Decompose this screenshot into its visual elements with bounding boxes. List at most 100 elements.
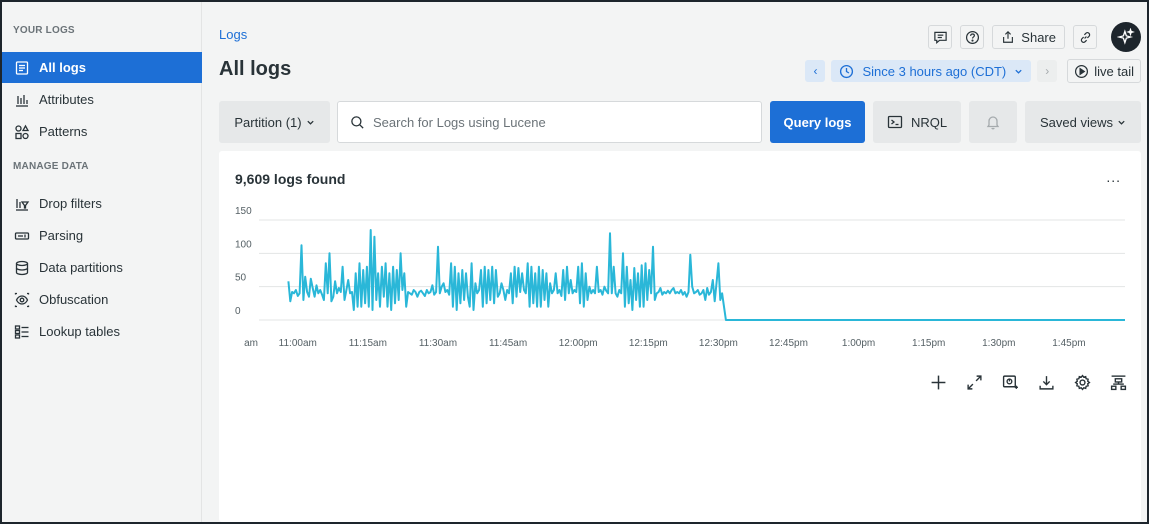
x-tick-label: 1:30pm [982,338,1015,349]
sidebar-item-obfuscation[interactable]: Obfuscation [2,284,202,315]
time-next-button[interactable]: › [1037,60,1058,82]
gear-icon [1073,373,1091,391]
saved-views-dropdown[interactable]: Saved views [1025,101,1141,143]
chevron-right-icon: › [1045,64,1050,78]
series-line [287,229,1125,321]
sidebar-item-label: All logs [39,60,86,75]
chart-add-icon [1002,374,1018,389]
share-icon [1003,30,1014,43]
sidebar-item-label: Parsing [39,228,84,243]
add-chart-button[interactable] [999,371,1021,393]
shapes-icon [13,123,31,141]
logs-histogram-chart: 0 50 100 150 am 11:00am 11:15am 11:30am 11:45am 1… [235,206,1125,349]
sidebar-item-parsing[interactable]: Parsing [2,220,202,251]
live-tail-label: live tail [1094,63,1134,79]
alert-button[interactable] [969,101,1017,143]
download-icon [1038,375,1054,390]
more-options-button[interactable]: ... [1106,169,1121,185]
y-tick-label: 100 [235,239,252,250]
y-tick-label: 50 [235,273,247,284]
breadcrumb[interactable]: Logs [219,27,247,42]
add-to-dashboard-button[interactable] [927,371,949,393]
main-content: Logs All logs Share ‹ Since 3 hours ago … [203,2,1149,522]
nrql-button[interactable]: NRQL [873,101,961,143]
clock-icon [840,64,854,78]
saved-views-label: Saved views [1040,114,1113,130]
help-button[interactable] [960,25,985,49]
share-button[interactable]: Share [992,25,1065,49]
parse-icon [13,227,31,245]
bell-icon [986,116,1000,130]
sidebar: YOUR LOGS All logs Attributes Patterns M… [2,2,202,522]
feedback-icon [934,31,947,44]
database-icon [13,259,31,277]
top-toolbar: Share [928,22,1141,52]
x-tick-label: am [244,338,258,349]
x-tick-label: 11:30am [419,338,457,349]
live-tail-button[interactable]: live tail [1067,59,1141,83]
chevron-left-icon: ‹ [813,64,818,78]
sidebar-item-drop-filters[interactable]: Drop filters [2,188,202,219]
share-label: Share [1021,29,1056,45]
download-button[interactable] [1035,371,1057,393]
expand-icon [966,374,982,390]
sidebar-item-data-partitions[interactable]: Data partitions [2,252,202,283]
x-tick-label: 12:00pm [559,338,598,349]
y-tick-label: 0 [235,306,241,317]
copy-link-button[interactable] [1073,25,1097,49]
help-icon [965,30,979,44]
eye-icon [13,291,31,309]
group-button[interactable] [1107,371,1129,393]
time-previous-button[interactable]: ‹ [805,60,826,82]
page-title: All logs [219,58,292,80]
time-picker[interactable]: Since 3 hours ago (CDT) [831,60,1032,82]
query-logs-button[interactable]: Query logs [770,101,865,143]
partition-dropdown[interactable]: Partition (1) [219,101,330,143]
sidebar-item-label: Lookup tables [39,324,120,339]
feedback-button[interactable] [928,25,953,49]
logs-count: 9,609 logs found [235,171,346,187]
section-label-manage-data: MANAGE DATA [13,161,89,172]
expand-button[interactable] [963,371,985,393]
link-icon [1080,31,1090,43]
search-icon [351,115,364,129]
x-tick-label: 11:00am [279,338,317,349]
x-tick-label: 1:15pm [912,338,945,349]
sidebar-item-label: Attributes [39,92,94,107]
x-tick-label: 1:00pm [842,338,875,349]
sidebar-item-label: Patterns [39,124,88,139]
play-circle-icon [1075,64,1089,78]
nrql-label: NRQL [910,114,948,130]
ai-assistant-button[interactable] [1111,22,1141,52]
sparkle-icon [1117,28,1135,45]
chart-toolbar [927,371,1129,393]
chevron-down-icon [306,120,314,125]
sidebar-item-lookup-tables[interactable]: Lookup tables [2,316,202,347]
filter-chart-icon [13,195,31,213]
terminal-icon [887,115,903,129]
x-tick-label: 12:30pm [699,338,738,349]
x-tick-label: 12:15pm [629,338,668,349]
search-box [337,101,762,143]
chevron-down-icon [1118,120,1125,125]
sidebar-item-attributes[interactable]: Attributes [2,84,202,115]
x-tick-label: 12:45pm [769,338,808,349]
sidebar-item-label: Drop filters [39,196,102,211]
hierarchy-icon [1110,374,1126,390]
sidebar-item-all-logs[interactable]: All logs [2,52,202,83]
sidebar-item-patterns[interactable]: Patterns [2,116,202,147]
settings-button[interactable] [1071,371,1093,393]
x-tick-label: 1:45pm [1052,338,1085,349]
document-icon [13,59,31,77]
results-card: 9,609 logs found ... 0 50 100 150 am 11:00am 1… [219,151,1141,522]
x-tick-label: 11:15am [349,338,387,349]
partition-label: Partition (1) [234,114,302,130]
section-label-your-logs: YOUR LOGS [13,25,75,36]
bar-chart-icon [13,91,31,109]
search-input[interactable] [373,114,753,130]
query-bar: Partition (1) Query logs NRQL Saved view… [219,101,1141,143]
table-icon [13,323,31,341]
x-tick-label: 11:45am [489,338,527,349]
sidebar-item-label: Data partitions [39,260,123,275]
time-range-label: Since 3 hours ago (CDT) [862,63,1007,79]
